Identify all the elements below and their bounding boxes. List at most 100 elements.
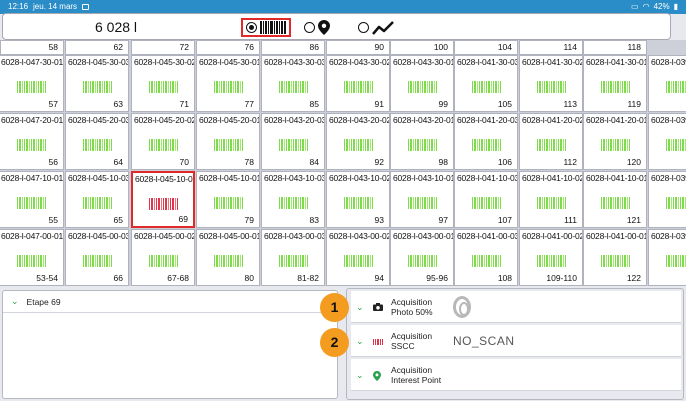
acquisition-photo-line1: Acquisition [391, 297, 433, 307]
grid-cell[interactable]: 6028-l-043-10-01 97 [390, 171, 454, 228]
barcode-icon [666, 197, 686, 209]
grid-cell[interactable]: 6028-l-045-00-02 67-68 [131, 229, 195, 286]
cell-number: 70 [179, 157, 189, 167]
chevron-down-icon[interactable]: ⌄ [356, 370, 364, 381]
system-status-bar: 12:16 jeu. 14 mars ▭ ◠ 42% ▮ [0, 0, 686, 14]
annotation-badge-1: 1 [320, 293, 349, 322]
grid-cell[interactable]: 6028-l-047-20-01 56 [0, 113, 64, 170]
grid-cell-top[interactable]: 90 [326, 40, 390, 55]
cell-number: 107 [497, 215, 512, 225]
mode-barcode-option[interactable] [241, 18, 291, 37]
cell-number: 91 [374, 99, 384, 109]
grid-cell[interactable]: 6028-l-043-00-02 94 [326, 229, 390, 286]
grid-cell[interactable]: 6028-l-041-10-02 111 [519, 171, 583, 228]
mode-trend-option[interactable] [358, 18, 394, 37]
cell-number: 55 [48, 215, 58, 225]
grid-cell[interactable]: 6028-l-041-30-01 119 [583, 55, 647, 112]
location-grid: 58 62 72 76 86 90 100 104 114 118 6028-l-047-30-01… [0, 40, 686, 286]
grid-cell[interactable]: 6028-l-043-00-01 95-96 [390, 229, 454, 286]
grid-cell-selected[interactable]: 6028-l-045-10-02 69 [131, 171, 195, 228]
cell-number: 57 [48, 99, 58, 109]
grid-cell[interactable]: 6028-l-047-30-01 57 [0, 55, 64, 112]
cell-number: 106 [497, 157, 512, 167]
grid-cell[interactable]: 6028-l-045-10-01 79 [196, 171, 260, 228]
cell-location-label: 6028-l-043-20-03 [264, 115, 325, 125]
grid-cell[interactable]: 6028-l-039 [648, 171, 686, 228]
grid-cell[interactable]: 6028-l-041-20-03 106 [454, 113, 518, 170]
grid-cell[interactable]: 6028-l-045-20-02 70 [131, 113, 195, 170]
cell-number: 80 [244, 273, 254, 283]
grid-cell[interactable]: 6028-l-045-30-02 71 [131, 55, 195, 112]
grid-cell[interactable]: 6028-l-039 [648, 113, 686, 170]
barcode-icon [214, 197, 243, 209]
grid-cell[interactable]: 6028-l-045-20-03 64 [65, 113, 129, 170]
photo-placeholder-icon[interactable] [453, 296, 471, 318]
grid-cell[interactable]: 6028-l-047-00-01 53-54 [0, 229, 64, 286]
grid-cell[interactable]: 6028-l-041-10-03 107 [454, 171, 518, 228]
radio-unselected-icon[interactable] [304, 22, 315, 33]
acquisition-photo-line2: Photo 50% [391, 307, 433, 317]
grid-cell[interactable]: 6028-l-043-30-03 85 [261, 55, 325, 112]
grid-cell-top[interactable]: 62 [65, 40, 129, 55]
grid-cell[interactable]: 6028-l-045-00-01 80 [196, 229, 260, 286]
mode-location-option[interactable] [304, 18, 330, 37]
grid-cell-top[interactable]: 72 [131, 40, 195, 55]
chevron-down-icon[interactable]: ⌄ [11, 296, 19, 307]
acquisition-sscc-row[interactable]: ⌄ Acquisition SSCC NO_SCAN [351, 325, 681, 357]
grid-cell[interactable]: 6028-l-041-30-03 105 [454, 55, 518, 112]
barcode-icon [214, 255, 243, 267]
cell-number: 90 [374, 42, 384, 52]
grid-cell[interactable]: 6028-l-041-10-01 121 [583, 171, 647, 228]
grid-cell[interactable]: 6028-l-043-20-03 84 [261, 113, 325, 170]
grid-cell[interactable]: 6028-l-043-20-02 92 [326, 113, 390, 170]
grid-cell[interactable]: 6028-l-041-30-02 113 [519, 55, 583, 112]
grid-cell-top[interactable]: 100 [390, 40, 454, 55]
grid-cell[interactable]: 6028-l-043-10-03 83 [261, 171, 325, 228]
cell-location-label: 6028-l-041-00-03 [457, 231, 518, 241]
acquisition-sscc-line2: SSCC [391, 341, 415, 351]
grid-cell[interactable]: 6028-l-045-20-01 78 [196, 113, 260, 170]
grid-cell[interactable]: 6028-l-047-10-01 55 [0, 171, 64, 228]
radio-selected-icon[interactable] [246, 22, 257, 33]
grid-cell[interactable]: 6028-l-041-20-02 112 [519, 113, 583, 170]
cell-number: 76 [244, 42, 254, 52]
barcode-icon [601, 197, 630, 209]
cell-number: 111 [564, 215, 577, 225]
chevron-down-icon[interactable]: ⌄ [356, 302, 364, 313]
grid-cell[interactable]: 6028-l-041-00-01 122 [583, 229, 647, 286]
grid-cell[interactable]: 6028-l-045-30-01 77 [196, 55, 260, 112]
barcode-icon [214, 139, 243, 151]
grid-cell-top[interactable]: 76 [196, 40, 260, 55]
grid-cell-top[interactable]: 58 [0, 40, 64, 55]
grid-cell-top[interactable]: 118 [583, 40, 647, 55]
grid-cell[interactable]: 6028-l-043-30-02 91 [326, 55, 390, 112]
radio-unselected-icon[interactable] [358, 22, 369, 33]
grid-cell[interactable]: 6028-l-045-00-03 66 [65, 229, 129, 286]
grid-cell[interactable]: 6028-l-045-10-03 65 [65, 171, 129, 228]
grid-cell-top[interactable]: 114 [519, 40, 583, 55]
grid-cell[interactable]: 6028-l-043-30-01 99 [390, 55, 454, 112]
grid-cell-top[interactable]: 104 [454, 40, 518, 55]
cell-location-label: 6028-l-043-20-02 [329, 115, 390, 125]
grid-cell[interactable]: 6028-l-041-20-01 120 [583, 113, 647, 170]
step-header[interactable]: ⌄ Etape 69 [3, 291, 337, 313]
cell-location-label: 6028-l-047-00-01 [1, 231, 64, 241]
barcode-icon [344, 81, 373, 93]
acquisition-interest-point-row[interactable]: ⌄ Acquisition Interest Point [351, 359, 681, 391]
grid-cell[interactable]: 6028-l-043-20-01 98 [390, 113, 454, 170]
acquisition-photo-row[interactable]: ⌄ Acquisition Photo 50% [351, 291, 681, 323]
cell-number: 112 [563, 157, 577, 167]
grid-cell[interactable]: 6028-l-039 [648, 229, 686, 286]
grid-cell-top[interactable]: 86 [261, 40, 325, 55]
acquisition-panel: ⌄ Acquisition Photo 50% ⌄ Acquisition SS… [346, 288, 684, 400]
grid-cell[interactable]: 6028-l-043-00-03 81-82 [261, 229, 325, 286]
cell-number: 97 [438, 215, 448, 225]
barcode-icon [666, 255, 686, 267]
grid-cell[interactable]: 6028-l-041-00-03 108 [454, 229, 518, 286]
grid-cell[interactable]: 6028-l-039 [648, 55, 686, 112]
cell-number: 119 [627, 99, 641, 109]
chevron-down-icon[interactable]: ⌄ [356, 336, 364, 347]
grid-cell[interactable]: 6028-l-045-30-03 63 [65, 55, 129, 112]
grid-cell[interactable]: 6028-l-043-10-02 93 [326, 171, 390, 228]
grid-cell[interactable]: 6028-l-041-00-02 109-110 [519, 229, 583, 286]
